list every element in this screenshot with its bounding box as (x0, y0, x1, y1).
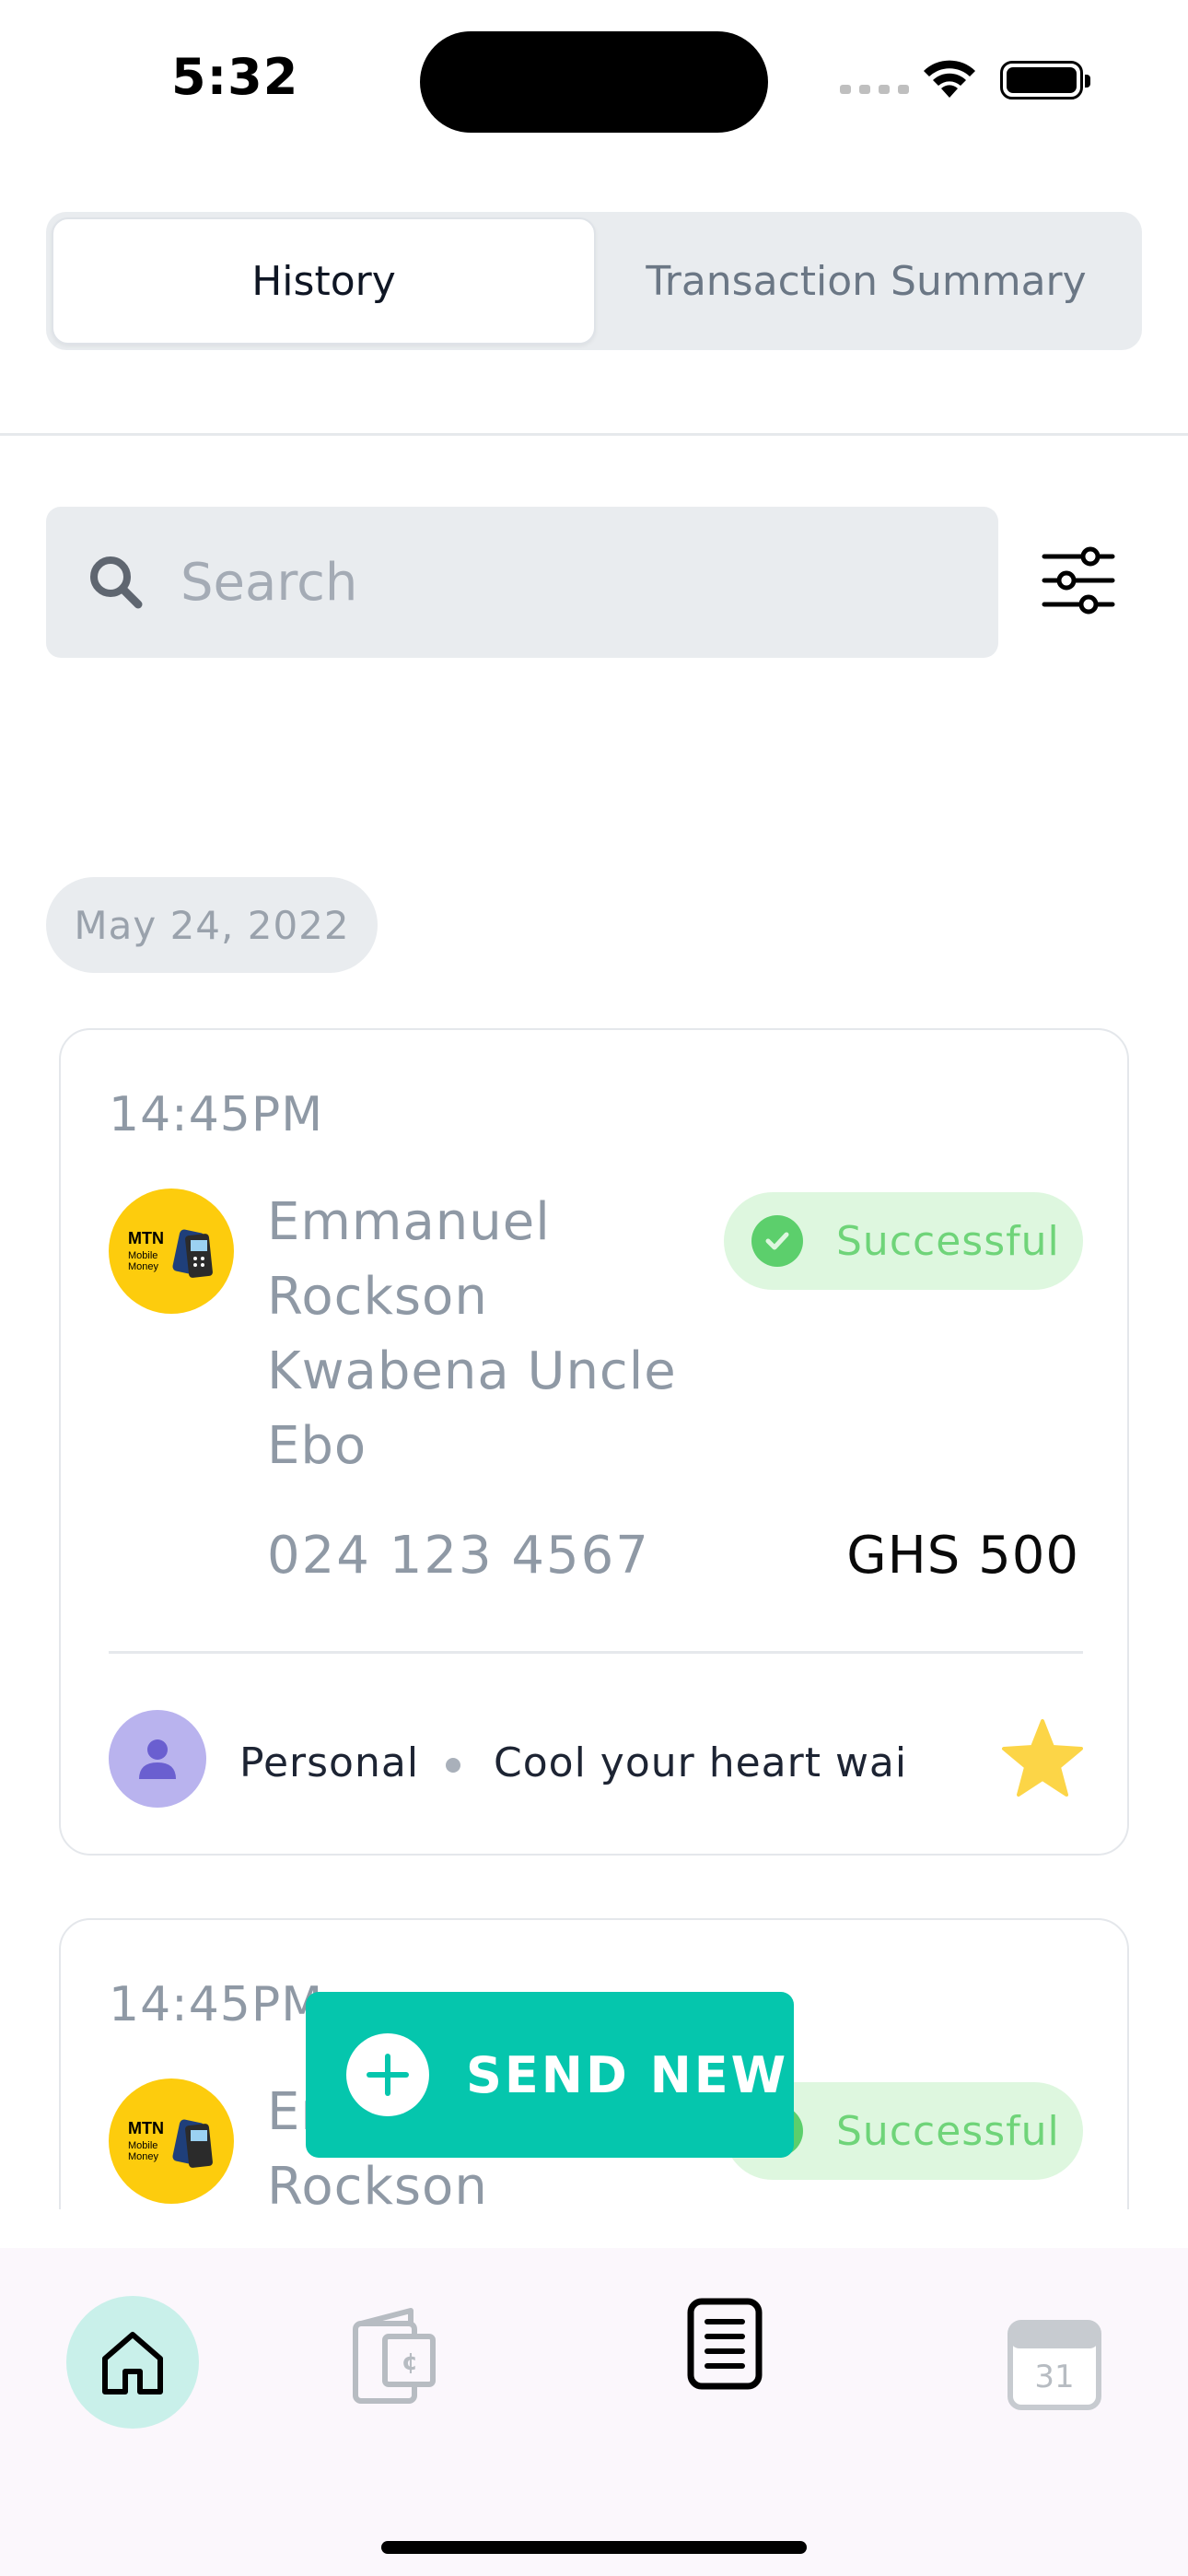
send-new-button[interactable]: SEND NEW (306, 1992, 794, 2158)
home-indicator (381, 2541, 807, 2554)
card-divider (109, 1651, 1083, 1654)
cellular-signal-icon (840, 85, 909, 94)
svg-text:Money: Money (128, 2151, 159, 2162)
check-icon (751, 1215, 803, 1267)
battery-icon (1000, 61, 1090, 100)
recipient-name: Emmanuel Rockson Kwabena Uncle Ebo (267, 1192, 677, 1476)
recipient-phone: 024 123 4567 (267, 1526, 650, 1586)
status-time: 5:32 (171, 48, 299, 106)
avatar (109, 1710, 206, 1808)
svg-text:Mobile: Mobile (128, 1250, 157, 1261)
calendar-day-label: 31 (1034, 2359, 1075, 2395)
send-new-label: SEND NEW (466, 2045, 789, 2104)
status-label: Successful (836, 2107, 1060, 2155)
search-icon (90, 556, 143, 609)
person-icon (139, 1739, 176, 1779)
receipt-icon (687, 2298, 763, 2390)
bottom-nav: ¢ 31 (0, 2248, 1188, 2576)
mtn-mobile-money-logo: MTN Mobile Money (109, 1188, 234, 1314)
tab-history[interactable]: History (52, 217, 596, 345)
search-input[interactable] (181, 552, 917, 613)
search-bar (46, 507, 998, 658)
status-label: Successful (836, 1217, 1060, 1265)
nav-wallet[interactable]: ¢ (348, 2303, 440, 2405)
separator-dot (446, 1758, 460, 1773)
filter-icon[interactable] (1041, 544, 1116, 617)
wifi-icon (924, 60, 975, 98)
transaction-card[interactable]: 14:45PM MTN Mobile Money Emmanuel Rockso… (59, 1028, 1129, 1856)
transaction-amount: GHS 500 (846, 1526, 1079, 1586)
header-divider (0, 433, 1188, 436)
status-badge: Successful (724, 1192, 1083, 1290)
history-tabs: History Transaction Summary (46, 212, 1142, 350)
star-icon[interactable] (1000, 1717, 1085, 1798)
transaction-note: Cool your heart wai (494, 1739, 908, 1786)
svg-text:¢: ¢ (402, 2348, 418, 2376)
mtn-mobile-money-logo: MTN Mobile Money (109, 2078, 234, 2204)
transaction-time: 14:45PM (109, 1977, 324, 2032)
svg-text:MTN: MTN (128, 1229, 164, 1247)
home-icon (102, 2332, 163, 2395)
svg-text:Money: Money (128, 1261, 159, 1272)
nav-calendar[interactable]: 31 (1004, 2314, 1105, 2416)
nav-home[interactable] (66, 2296, 199, 2429)
transaction-time: 14:45PM (109, 1087, 324, 1142)
date-group-chip: May 24, 2022 (46, 877, 378, 973)
plus-icon (346, 2033, 429, 2116)
svg-text:Mobile: Mobile (128, 2140, 157, 2151)
wallet-icon: ¢ (353, 2308, 436, 2404)
svg-text:MTN: MTN (128, 2119, 164, 2137)
transaction-category: Personal (239, 1739, 420, 1786)
dynamic-island (420, 31, 768, 133)
nav-history[interactable] (676, 2289, 777, 2399)
tab-transaction-summary[interactable]: Transaction Summary (596, 217, 1136, 345)
